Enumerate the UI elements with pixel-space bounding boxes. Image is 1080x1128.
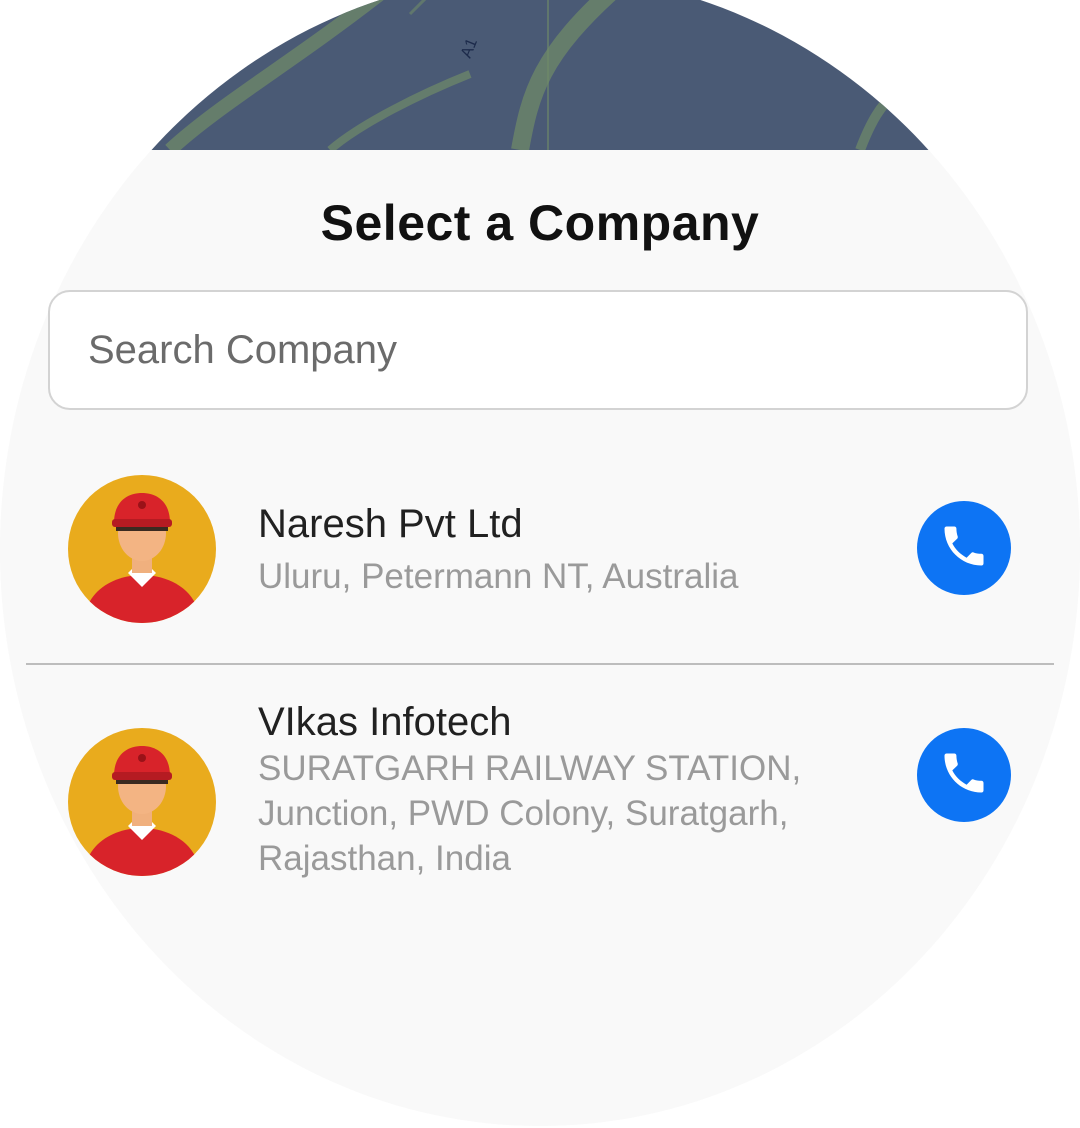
search-input[interactable] (88, 318, 988, 382)
delivery-person-avatar-icon (68, 728, 216, 876)
company-address: SURATGARH RAILWAY STATION, Junction, PWD… (258, 749, 802, 878)
list-divider (26, 663, 1054, 665)
page-title: Select a Company (320, 195, 760, 251)
call-button[interactable] (917, 501, 1011, 595)
company-name: VIkas Infotech (258, 700, 512, 744)
call-button[interactable] (917, 728, 1011, 822)
company-address: Uluru, Petermann NT, Australia (258, 557, 739, 596)
search-field[interactable] (48, 290, 1028, 410)
road-label: A1 (458, 36, 481, 61)
delivery-person-avatar-icon (68, 475, 216, 623)
list-item[interactable]: Naresh Pvt Ltd Uluru, Petermann NT, Aust… (0, 470, 1080, 660)
list-item[interactable]: VIkas Infotech SURATGARH RAILWAY STATION… (0, 690, 1080, 890)
map-background[interactable]: A1 (0, 0, 1080, 150)
phone-icon (938, 520, 990, 577)
company-name: Naresh Pvt Ltd (258, 502, 523, 546)
map-roads: A1 (165, 0, 904, 150)
phone-icon (938, 747, 990, 804)
screen: A1 Select a Company Naresh Pvt Ltd Uluru… (0, 0, 1080, 1128)
